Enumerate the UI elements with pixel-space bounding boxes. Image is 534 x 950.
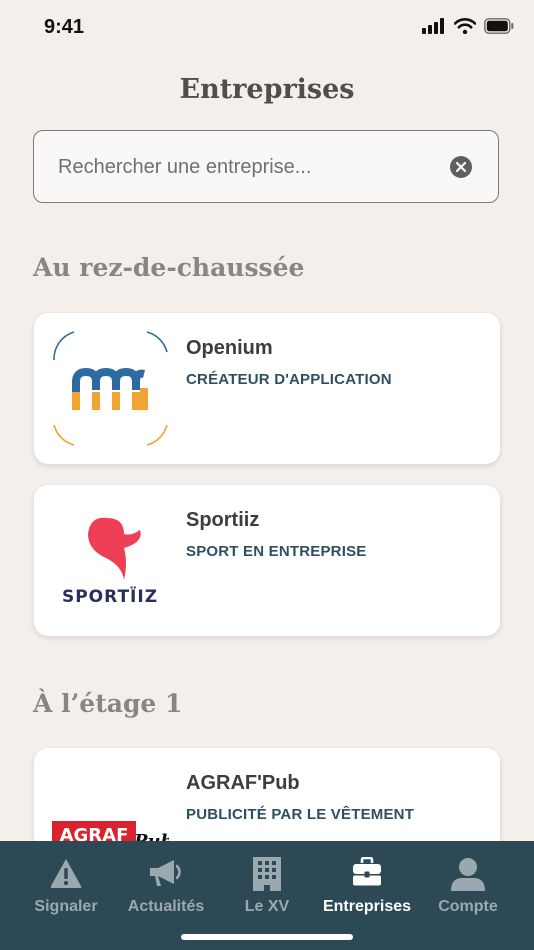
tab-compte[interactable]: Compte: [418, 841, 518, 921]
tab-signaler[interactable]: Signaler: [16, 841, 116, 921]
company-category: PUBLICITÉ PAR LE VÊTEMENT: [186, 806, 415, 823]
sportiiz-logo-text: SPORTÏIZ: [62, 585, 158, 607]
megaphone-icon: [150, 860, 181, 886]
tab-entreprises[interactable]: Entreprises: [317, 841, 417, 921]
tab-label: Compte: [438, 898, 498, 915]
company-name: Openium: [186, 337, 273, 359]
section-title-ground-floor: Au rez-de-chaussée: [33, 253, 305, 282]
status-time: 9:41: [44, 16, 85, 38]
user-icon: [451, 858, 485, 891]
sportiiz-logo-icon: SPORTÏIZ: [52, 502, 169, 619]
company-category: CRÉATEUR D'APPLICATION: [186, 371, 392, 388]
search-input[interactable]: [56, 131, 450, 204]
company-card-openium[interactable]: Openium CRÉATEUR D'APPLICATION: [34, 313, 500, 464]
briefcase-icon: [353, 857, 381, 886]
home-indicator: [181, 934, 353, 940]
openium-logo-icon: [52, 330, 169, 447]
section-title-floor-1: À l’étage 1: [33, 689, 183, 718]
battery-icon: [484, 18, 514, 34]
tab-le-xv[interactable]: Le XV: [217, 841, 317, 921]
company-card-sportiiz[interactable]: SPORTÏIZ Sportiiz SPORT EN ENTREPRISE: [34, 485, 500, 636]
warning-icon: [50, 859, 82, 888]
tab-actualites[interactable]: Actualités: [116, 841, 216, 921]
wifi-icon: [454, 18, 476, 34]
company-name: AGRAF'Pub: [186, 772, 300, 794]
company-name: Sportiiz: [186, 509, 260, 531]
status-bar: 9:41: [0, 0, 534, 56]
company-category: SPORT EN ENTREPRISE: [186, 543, 367, 560]
clear-search-button[interactable]: [450, 156, 472, 178]
building-icon: [253, 857, 281, 891]
page-title: Entreprises: [179, 74, 355, 105]
search-box: [33, 130, 499, 204]
cellular-signal-icon: [422, 18, 444, 34]
close-icon: [455, 161, 467, 173]
